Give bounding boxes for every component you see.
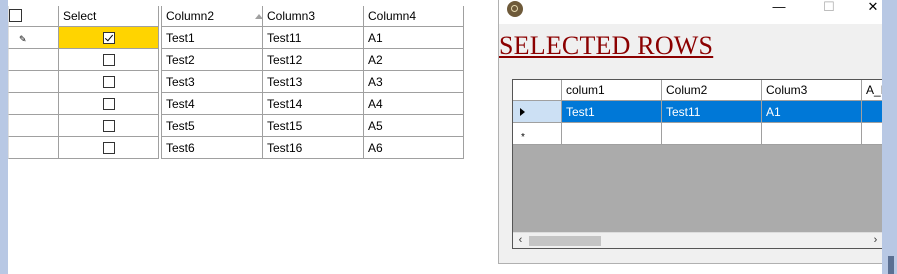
maximize-button[interactable]: ☐ xyxy=(817,0,841,16)
cell-column2[interactable]: Test2 xyxy=(162,49,263,71)
row-header[interactable] xyxy=(8,115,59,137)
cell-column4[interactable]: A3 xyxy=(364,71,464,93)
select-cell[interactable] xyxy=(59,27,159,49)
cell-colum4[interactable] xyxy=(862,101,883,123)
select-cell[interactable] xyxy=(59,49,159,71)
grid-header-row: Select Column2 Column3 Column4 xyxy=(8,6,464,28)
row-header[interactable] xyxy=(8,71,59,93)
left-window-edge xyxy=(0,0,8,274)
new-row-star-icon: * xyxy=(521,132,525,143)
current-row-arrow-icon xyxy=(520,108,525,116)
edit-pencil-icon: ✎ xyxy=(19,34,27,44)
cell-column2[interactable]: Test6 xyxy=(162,137,263,159)
header-colum2[interactable]: Colum2 xyxy=(662,80,762,101)
window-titlebar: — ☐ ✕ xyxy=(499,0,883,24)
cell-colum2[interactable]: Test11 xyxy=(662,101,762,123)
new-row-cell[interactable] xyxy=(562,123,662,145)
row-header[interactable] xyxy=(513,101,562,123)
new-row-cell[interactable] xyxy=(662,123,762,145)
right-window-edge xyxy=(882,0,897,274)
select-cell[interactable] xyxy=(59,71,159,93)
row-header[interactable] xyxy=(8,137,59,159)
table-row[interactable]: Test2 Test12 A2 xyxy=(8,49,464,71)
row-header[interactable] xyxy=(8,49,59,71)
select-cell[interactable] xyxy=(59,137,159,159)
cell-column4[interactable]: A1 xyxy=(364,27,464,49)
select-all-cell[interactable] xyxy=(8,6,59,27)
new-row-cell[interactable] xyxy=(862,123,883,145)
app-icon xyxy=(507,1,523,17)
cell-column3[interactable]: Test15 xyxy=(263,115,364,137)
scrollbar-thumb[interactable] xyxy=(529,236,601,246)
new-row-cell[interactable] xyxy=(762,123,862,145)
cell-column2[interactable]: Test5 xyxy=(162,115,263,137)
cell-colum3[interactable]: A1 xyxy=(762,101,862,123)
cell-column2[interactable]: Test1 xyxy=(162,27,263,49)
header-column4[interactable]: Column4 xyxy=(364,6,464,27)
header-colum1[interactable]: colum1 xyxy=(562,80,662,101)
row-select-checkbox[interactable] xyxy=(103,32,115,44)
sort-ascending-icon xyxy=(255,14,262,19)
selected-rows-window: — ☐ ✕ SELECTED ROWS colum1 Colum2 Colum3… xyxy=(498,0,897,264)
row-select-checkbox[interactable] xyxy=(103,142,115,154)
cell-column2[interactable]: Test4 xyxy=(162,93,263,115)
row-select-checkbox[interactable] xyxy=(103,76,115,88)
select-cell[interactable] xyxy=(59,115,159,137)
cell-column3[interactable]: Test11 xyxy=(263,27,364,49)
table-row[interactable]: Test4 Test14 A4 xyxy=(8,93,464,115)
cell-column3[interactable]: Test16 xyxy=(263,137,364,159)
selected-grid-corner[interactable] xyxy=(513,80,562,101)
select-cell[interactable] xyxy=(59,93,159,115)
header-colum4-partial[interactable]: A_I xyxy=(862,80,883,101)
cell-column3[interactable]: Test12 xyxy=(263,49,364,71)
selected-grid-row[interactable]: Test1 Test11 A1 xyxy=(513,101,883,123)
cell-column3[interactable]: Test13 xyxy=(263,71,364,93)
row-select-checkbox[interactable] xyxy=(103,98,115,110)
selected-rows-heading: SELECTED ROWS xyxy=(499,31,714,60)
cell-column4[interactable]: A6 xyxy=(364,137,464,159)
header-colum3[interactable]: Colum3 xyxy=(762,80,862,101)
cell-column3[interactable]: Test14 xyxy=(263,93,364,115)
horizontal-scrollbar[interactable]: ‹ › xyxy=(513,232,883,248)
new-row-header[interactable]: * xyxy=(513,123,562,145)
table-row[interactable]: Test6 Test16 A6 xyxy=(8,137,464,159)
new-row[interactable]: * xyxy=(513,123,883,145)
cell-column4[interactable]: A2 xyxy=(364,49,464,71)
vertical-scrollbar-thumb[interactable] xyxy=(888,256,894,274)
header-column2[interactable]: Column2 xyxy=(162,6,263,27)
cell-column4[interactable]: A5 xyxy=(364,115,464,137)
row-select-checkbox[interactable] xyxy=(103,54,115,66)
selected-rows-grid: colum1 Colum2 Colum3 A_I Test1 Test11 A1… xyxy=(512,79,884,249)
selected-grid-header-row: colum1 Colum2 Colum3 A_I xyxy=(513,80,883,102)
row-select-checkbox[interactable] xyxy=(103,120,115,132)
minimize-button[interactable]: — xyxy=(767,0,791,16)
table-row[interactable]: Test3 Test13 A3 xyxy=(8,71,464,93)
header-column2-label: Column2 xyxy=(166,9,215,23)
row-header[interactable] xyxy=(8,93,59,115)
cell-column4[interactable]: A4 xyxy=(364,93,464,115)
close-button[interactable]: ✕ xyxy=(863,0,883,16)
header-select[interactable]: Select xyxy=(59,6,159,27)
scroll-left-arrow-icon[interactable]: ‹ xyxy=(513,233,528,248)
cell-column2[interactable]: Test3 xyxy=(162,71,263,93)
table-row[interactable]: Test5 Test15 A5 xyxy=(8,115,464,137)
select-all-checkbox[interactable] xyxy=(9,9,22,22)
header-column3[interactable]: Column3 xyxy=(263,6,364,27)
scroll-right-arrow-icon[interactable]: › xyxy=(868,233,883,248)
cell-colum1[interactable]: Test1 xyxy=(562,101,662,123)
table-row[interactable]: ✎ Test1 Test11 A1 xyxy=(8,27,464,49)
row-header[interactable]: ✎ xyxy=(8,27,59,49)
